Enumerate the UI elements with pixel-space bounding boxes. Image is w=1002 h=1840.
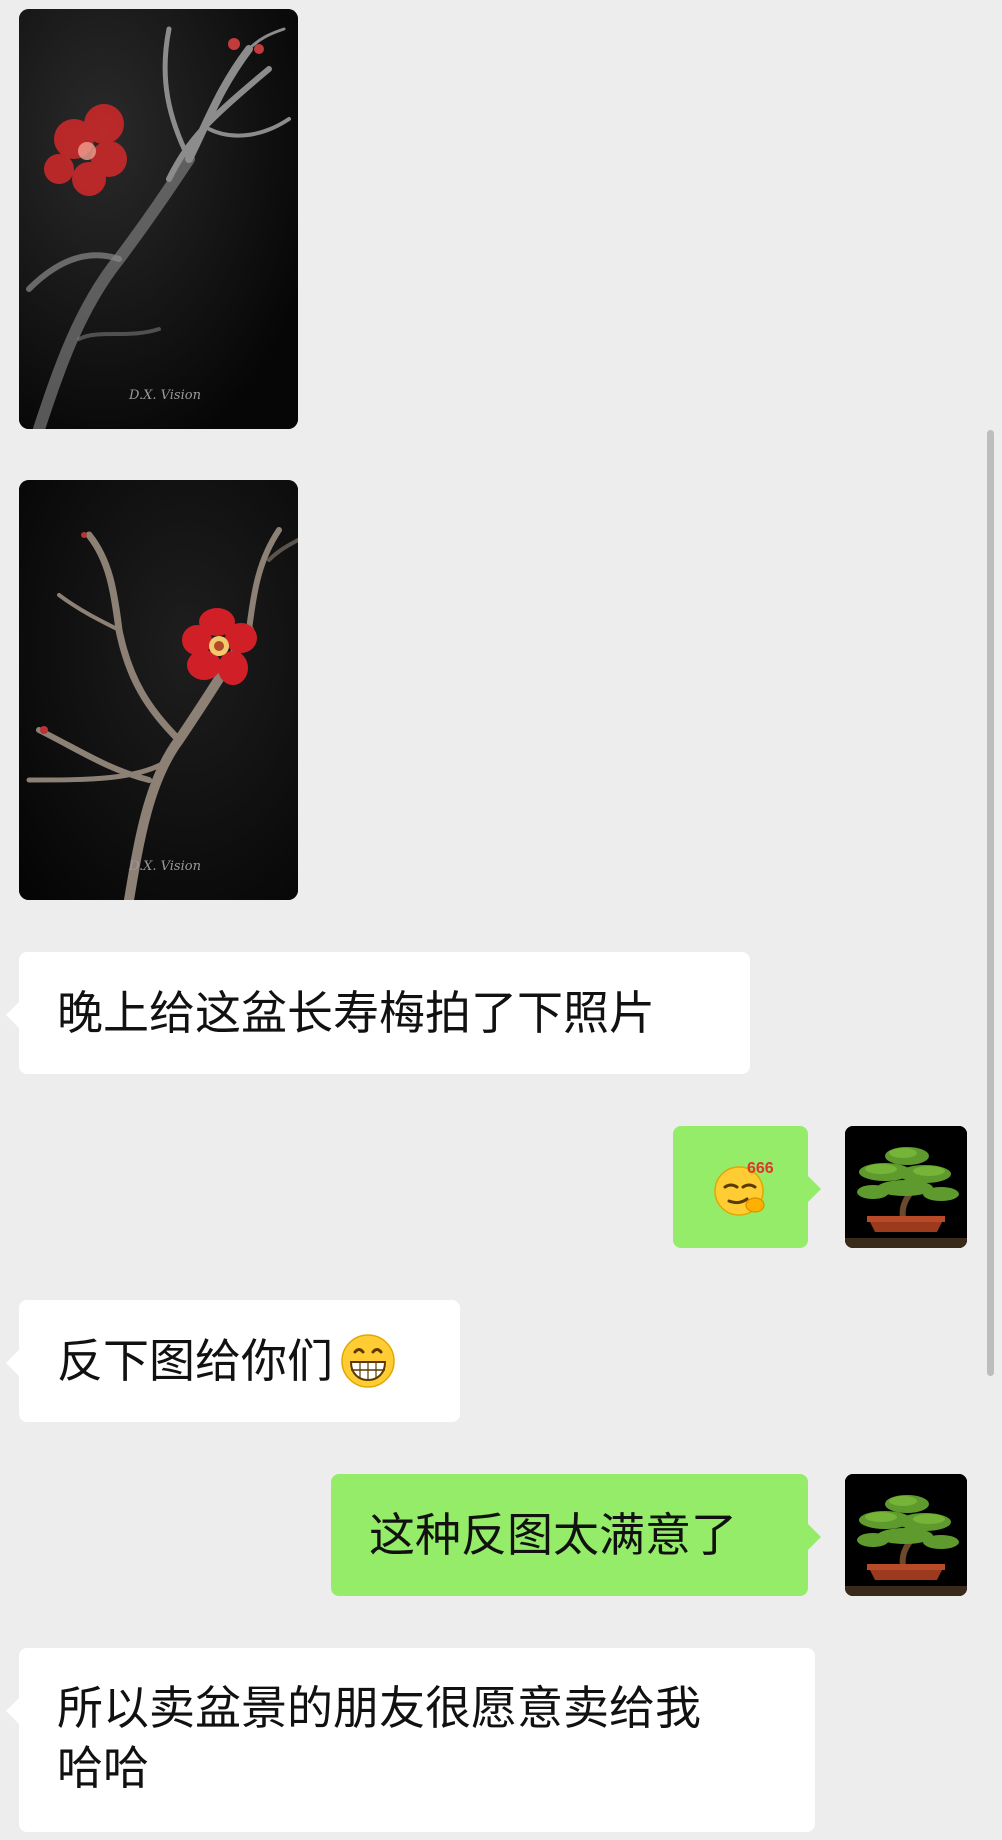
- self-avatar[interactable]: [845, 1126, 967, 1248]
- message-bubble-incoming[interactable]: 晚上给这盆长寿梅拍了下照片: [6, 952, 750, 1074]
- image-message[interactable]: D.X. Vision: [19, 9, 298, 429]
- scrollbar[interactable]: [987, 430, 994, 1376]
- message-text: 这种反图太满意了: [369, 1508, 737, 1562]
- blossom-photo: D.X. Vision: [19, 9, 298, 429]
- self-avatar[interactable]: [845, 1474, 967, 1596]
- grin-emoji: [341, 1334, 395, 1388]
- image-message[interactable]: D.X. Vision: [19, 480, 298, 900]
- sticker-666-text: 666: [747, 1160, 773, 1177]
- chat-window: D.X. Vision D.X. Vision 晚上给这盆长寿梅拍了下照片 66…: [0, 0, 1002, 1840]
- red-flower-photo: D.X. Vision: [19, 480, 298, 900]
- message-text: 晚上给这盆长寿梅拍了下照片: [57, 986, 655, 1040]
- smirk-666-emoji: 666: [713, 1160, 773, 1216]
- message-bubble-incoming[interactable]: 反下图给你们: [6, 1300, 460, 1422]
- message-bubble-outgoing[interactable]: 这种反图太满意了: [331, 1474, 821, 1596]
- message-text: 反下图给你们: [57, 1334, 333, 1388]
- message-bubble-incoming[interactable]: 所以卖盆景的朋友很愿意卖给我 哈哈: [6, 1648, 815, 1832]
- bonsai-pine-avatar: [845, 1126, 967, 1248]
- watermark: D.X. Vision: [128, 859, 201, 874]
- message-text: 所以卖盆景的朋友很愿意卖给我 哈哈: [57, 1681, 701, 1795]
- bonsai-pine-avatar: [845, 1474, 967, 1596]
- message-bubble-outgoing[interactable]: 666: [673, 1126, 821, 1248]
- watermark: D.X. Vision: [128, 388, 201, 403]
